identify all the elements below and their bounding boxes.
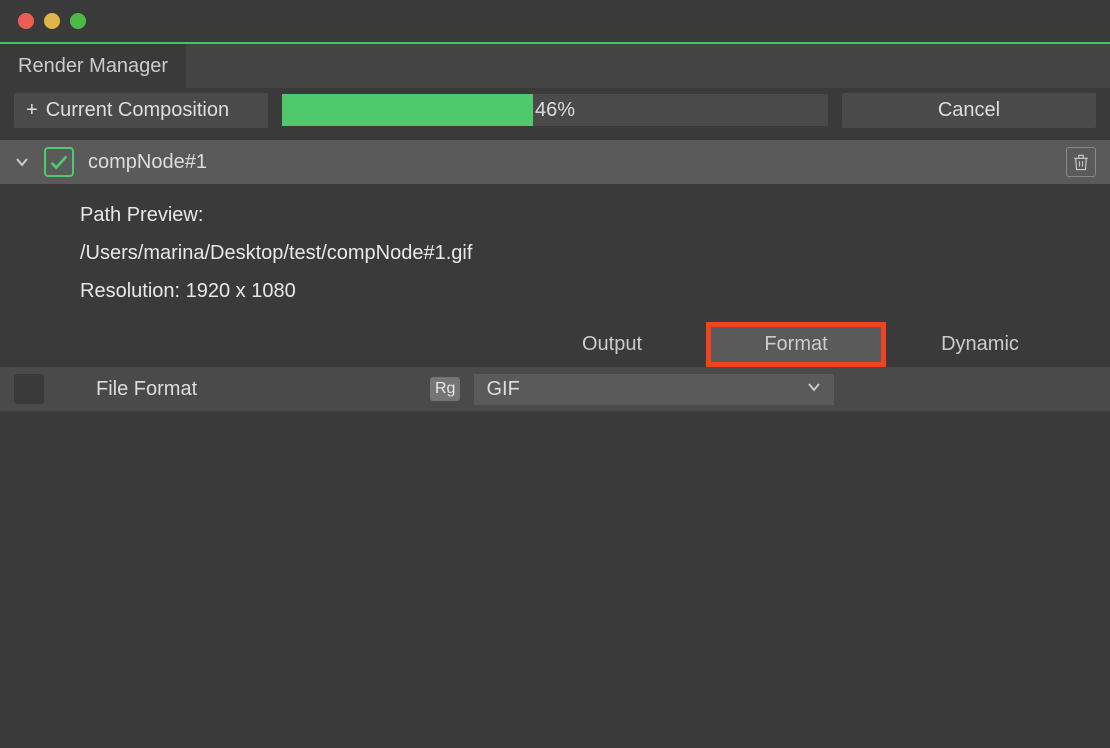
- path-preview-label: Path Preview:: [80, 204, 203, 226]
- chevron-down-icon: [806, 379, 822, 400]
- path-preview-row: Path Preview:: [80, 196, 1096, 234]
- cancel-button[interactable]: Cancel: [842, 93, 1096, 128]
- window-maximize-button[interactable]: [70, 13, 86, 29]
- add-current-composition-button[interactable]: + Current Composition: [14, 93, 268, 128]
- composition-name: compNode#1: [88, 151, 1052, 174]
- render-progress-bar: 46%: [282, 94, 828, 126]
- tab-bar: Render Manager: [0, 44, 1110, 88]
- window-titlebar: [0, 0, 1110, 44]
- tab-render-manager[interactable]: Render Manager: [0, 44, 186, 88]
- rg-badge: Rg: [430, 377, 460, 401]
- toolbar: + Current Composition 46% Cancel: [0, 88, 1110, 132]
- render-manager-window: Render Manager + Current Composition 46%…: [0, 0, 1110, 748]
- progress-percent-label: 46%: [535, 99, 575, 122]
- window-close-button[interactable]: [18, 13, 34, 29]
- tab-bar-empty: [186, 44, 1110, 88]
- progress-fill: [282, 94, 533, 126]
- expand-toggle-icon[interactable]: [14, 154, 30, 170]
- file-format-dropdown[interactable]: GIF: [474, 374, 834, 405]
- resolution-value: 1920 x 1080: [186, 280, 296, 302]
- settings-subtabs: Output Format Dynamic: [0, 322, 1110, 367]
- file-format-keyframe-checkbox[interactable]: [14, 374, 44, 404]
- add-composition-label: Current Composition: [46, 99, 229, 122]
- path-preview-value-row: /Users/marina/Desktop/test/compNode#1.gi…: [80, 234, 1096, 272]
- subtab-output[interactable]: Output: [522, 323, 702, 366]
- path-preview-value: /Users/marina/Desktop/test/compNode#1.gi…: [80, 242, 472, 264]
- delete-composition-button[interactable]: [1066, 147, 1096, 177]
- file-format-selected-value: GIF: [486, 378, 519, 401]
- composition-enabled-checkbox[interactable]: [44, 147, 74, 177]
- plus-icon: +: [26, 99, 38, 122]
- subtab-format[interactable]: Format: [706, 322, 886, 367]
- window-minimize-button[interactable]: [44, 13, 60, 29]
- file-format-row: File Format Rg GIF: [0, 367, 1110, 411]
- composition-row-header: compNode#1: [0, 140, 1110, 184]
- file-format-label: File Format: [96, 378, 416, 401]
- resolution-label: Resolution:: [80, 280, 180, 302]
- composition-details: Path Preview: /Users/marina/Desktop/test…: [0, 184, 1110, 322]
- subtab-dynamic[interactable]: Dynamic: [890, 323, 1070, 366]
- resolution-row: Resolution: 1920 x 1080: [80, 272, 1096, 310]
